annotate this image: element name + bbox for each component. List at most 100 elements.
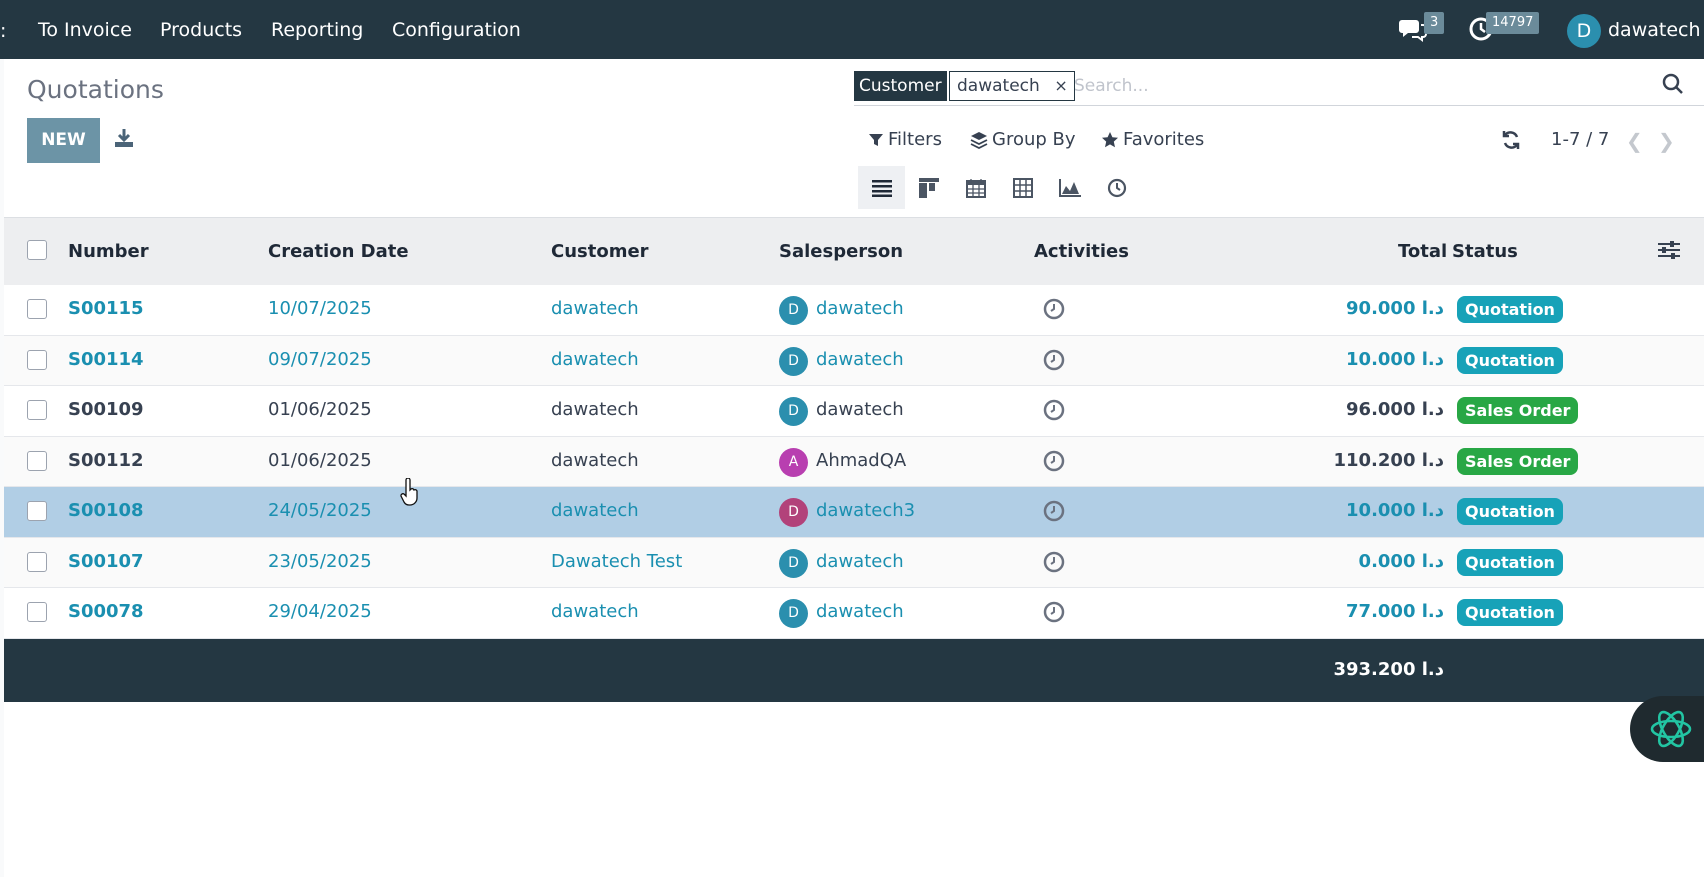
list-view-icon[interactable] xyxy=(858,166,905,209)
select-all-checkbox[interactable] xyxy=(27,240,47,260)
pager-next-icon[interactable]: ❯ xyxy=(1658,129,1675,153)
salesperson-avatar: D xyxy=(779,346,808,376)
row-total: 0.000 د.ا xyxy=(1358,550,1444,572)
column-creation-date[interactable]: Creation Date xyxy=(268,241,409,262)
table-footer: 393.200 د.ا xyxy=(4,639,1704,702)
row-number[interactable]: S00114 xyxy=(68,349,144,370)
table-row[interactable]: S00078 29/04/2025 dawatech Ddawatech 77.000 … xyxy=(4,588,1704,639)
row-checkbox[interactable] xyxy=(27,400,47,420)
salesperson-avatar: D xyxy=(779,498,808,527)
column-number[interactable]: Number xyxy=(68,241,149,262)
table-row[interactable]: S00115 10/07/2025 dawatech Ddawatech 90.000 … xyxy=(4,285,1704,336)
search-input[interactable] xyxy=(1074,73,1574,99)
kanban-view-icon[interactable] xyxy=(905,166,952,209)
ai-assistant-button[interactable] xyxy=(1630,696,1704,762)
salesperson-avatar: D xyxy=(779,599,808,628)
activity-clock-icon[interactable] xyxy=(1042,499,1066,527)
facet-value: dawatech × xyxy=(949,71,1075,101)
facet-label: Customer xyxy=(854,71,947,101)
activity-clock-icon[interactable] xyxy=(1042,297,1066,325)
status-badge: Quotation xyxy=(1457,296,1563,323)
salesperson-avatar: D xyxy=(779,296,808,325)
nav-edge-glyph: : xyxy=(0,20,7,42)
menu-reporting[interactable]: Reporting xyxy=(271,19,363,41)
user-menu-name[interactable]: dawatech xyxy=(1608,19,1701,41)
activities-count-badge: 14797 xyxy=(1486,12,1540,34)
search-icon[interactable] xyxy=(1662,73,1684,99)
table-row[interactable]: S00112 01/06/2025 dawatech A AhmadQA 110.200 … xyxy=(4,436,1704,487)
table-row[interactable]: S00114 09/07/2025 dawatech Ddawatech 10.000 … xyxy=(4,335,1704,386)
graph-view-icon[interactable] xyxy=(1046,166,1093,209)
row-checkbox[interactable] xyxy=(27,299,47,319)
status-badge: Quotation xyxy=(1457,498,1563,525)
column-salesperson[interactable]: Salesperson xyxy=(779,241,903,262)
row-creation-date: 01/06/2025 xyxy=(268,449,372,471)
row-salesperson: dawatech xyxy=(816,601,904,622)
star-icon xyxy=(1102,131,1118,147)
pager-value[interactable]: 1-7 / 7 xyxy=(1551,129,1609,150)
layers-icon xyxy=(970,131,988,149)
column-total[interactable]: Total xyxy=(1398,241,1447,262)
row-checkbox[interactable] xyxy=(27,349,47,370)
activity-clock-icon[interactable] xyxy=(1042,550,1066,578)
filters-button[interactable]: Filters xyxy=(868,129,942,150)
column-activities[interactable]: Activities xyxy=(1034,241,1129,262)
row-number[interactable]: S00109 xyxy=(68,399,144,420)
row-salesperson: dawatech xyxy=(816,298,904,319)
row-number[interactable]: S00108 xyxy=(68,500,144,521)
row-number[interactable]: S00107 xyxy=(68,551,144,572)
row-checkbox[interactable] xyxy=(27,501,47,521)
row-customer: dawatech xyxy=(551,348,639,370)
activity-clock-icon[interactable] xyxy=(1042,398,1066,426)
table-row[interactable]: S00109 01/06/2025 dawatech Ddawatech 96.000 … xyxy=(4,386,1704,437)
salesperson-avatar: D xyxy=(779,397,808,426)
row-creation-date: 29/04/2025 xyxy=(268,601,372,622)
row-number[interactable]: S00078 xyxy=(68,601,144,622)
row-checkbox[interactable] xyxy=(27,602,47,622)
row-checkbox[interactable] xyxy=(27,450,47,471)
column-status[interactable]: Status xyxy=(1452,241,1518,262)
row-total: 96.000 د.ا xyxy=(1346,399,1444,420)
main-panel: Quotations NEW Customer dawatech × Filte… xyxy=(4,59,1704,877)
optional-columns-icon[interactable] xyxy=(1658,240,1680,264)
refresh-icon[interactable] xyxy=(1501,130,1521,154)
favorites-button[interactable]: Favorites xyxy=(1101,129,1204,150)
row-number[interactable]: S00115 xyxy=(68,298,144,319)
hand-cursor-icon xyxy=(400,477,420,510)
row-total: 110.200 د.ا xyxy=(1333,449,1444,471)
favorites-label: Favorites xyxy=(1123,129,1205,150)
chat-bubbles-icon[interactable] xyxy=(1399,16,1427,46)
table-row[interactable]: S00108 24/05/2025 dawatech Ddawatech3 10.000… xyxy=(4,487,1704,538)
salesperson-avatar: D xyxy=(779,548,808,578)
pivot-view-icon[interactable] xyxy=(999,166,1046,209)
activity-clock-icon[interactable] xyxy=(1042,449,1066,477)
status-badge: Sales Order xyxy=(1457,397,1579,424)
user-avatar[interactable]: D xyxy=(1567,14,1601,48)
row-customer: dawatech xyxy=(551,500,639,521)
status-badge: Quotation xyxy=(1457,548,1563,576)
row-salesperson: dawatech3 xyxy=(816,500,916,521)
row-checkbox[interactable] xyxy=(27,551,47,572)
row-creation-date: 24/05/2025 xyxy=(268,500,372,521)
row-salesperson: dawatech xyxy=(816,550,904,572)
menu-to-invoice[interactable]: To Invoice xyxy=(38,19,132,41)
status-badge: Quotation xyxy=(1457,599,1563,626)
menu-products[interactable]: Products xyxy=(160,19,242,41)
table-row[interactable]: S00107 23/05/2025 Dawatech Test Ddawatech 0.… xyxy=(4,537,1704,588)
filters-label: Filters xyxy=(888,129,942,150)
salesperson-avatar: A xyxy=(779,447,808,477)
activity-clock-icon[interactable] xyxy=(1042,348,1066,376)
menu-configuration[interactable]: Configuration xyxy=(392,19,521,41)
calendar-view-icon[interactable] xyxy=(952,166,999,209)
page-title: Quotations xyxy=(27,75,164,104)
download-icon[interactable] xyxy=(114,127,134,153)
activity-clock-icon[interactable] xyxy=(1042,600,1066,628)
activity-view-icon[interactable] xyxy=(1093,166,1140,209)
column-customer[interactable]: Customer xyxy=(551,241,649,262)
new-button[interactable]: NEW xyxy=(27,118,100,163)
facet-remove-button[interactable]: × xyxy=(1054,72,1067,100)
group-by-button[interactable]: Group By xyxy=(970,129,1076,150)
pager-previous-icon[interactable]: ❮ xyxy=(1626,129,1643,153)
row-number[interactable]: S00112 xyxy=(68,450,144,471)
row-salesperson: dawatech xyxy=(816,348,904,370)
